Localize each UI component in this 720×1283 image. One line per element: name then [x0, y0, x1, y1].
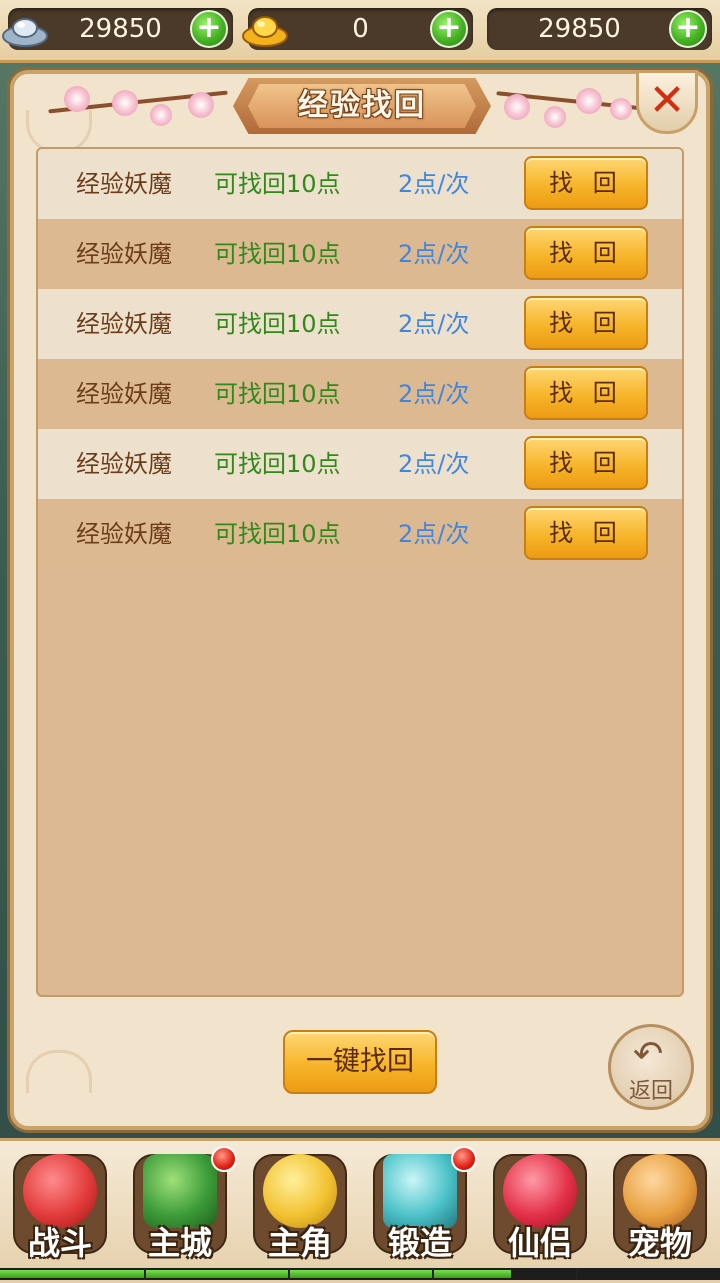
bar-divider — [432, 1268, 434, 1280]
nav-label: 宠物 — [627, 1224, 692, 1262]
add-silver-button[interactable]: + — [190, 10, 228, 48]
retrieve-button[interactable]: 找 回 — [524, 226, 648, 280]
nav-hero[interactable]: 主角 — [245, 1146, 355, 1266]
dialog-title: 经验找回 — [298, 88, 426, 123]
retrievable-amount: 可找回10点 — [214, 170, 341, 198]
hammer-icon — [383, 1154, 457, 1228]
retrieve-button[interactable]: 找 回 — [524, 506, 648, 560]
blossom-icon — [188, 92, 214, 118]
bar-divider — [288, 1268, 290, 1280]
cost-per-time: 2点/次 — [398, 380, 470, 408]
cost-per-time: 2点/次 — [398, 520, 470, 548]
gold-currency: 0 + — [242, 8, 473, 50]
third-amount: 29850 — [538, 14, 621, 44]
nav-main-city[interactable]: 主城 — [125, 1146, 237, 1266]
notification-badge — [451, 1146, 477, 1172]
blossom-icon — [112, 90, 138, 116]
gold-ingot-icon — [242, 16, 288, 47]
blossom-icon — [610, 98, 632, 120]
activity-name: 经验妖魔 — [76, 450, 172, 478]
retrieve-all-button[interactable]: 一键找回 — [283, 1030, 437, 1094]
retrieve-button[interactable]: 找 回 — [524, 296, 648, 350]
retrievable-amount: 可找回10点 — [214, 520, 341, 548]
close-icon: ✕ — [648, 75, 686, 126]
retrieve-button[interactable]: 找 回 — [524, 436, 648, 490]
nav-forge[interactable]: 锻造 — [365, 1146, 477, 1266]
experience-fill — [0, 1270, 512, 1278]
cost-per-time: 2点/次 — [398, 170, 470, 198]
nav-pet[interactable]: 宠物 — [605, 1146, 715, 1266]
silver-amount: 29850 — [79, 14, 162, 44]
retrievable-amount: 可找回10点 — [214, 450, 341, 478]
nav-label: 主角 — [267, 1224, 332, 1262]
experience-bar — [0, 1268, 720, 1280]
retrieve-button[interactable]: 找 回 — [524, 156, 648, 210]
list-item: 经验妖魔 可找回10点 2点/次 找 回 — [38, 499, 682, 569]
blossom-icon — [64, 86, 90, 112]
monkey-pet-icon — [623, 1154, 697, 1228]
gold-amount: 0 — [352, 14, 369, 44]
add-third-currency-button[interactable]: + — [669, 10, 707, 48]
city-gate-icon — [143, 1154, 217, 1228]
silver-ingot-icon — [2, 18, 48, 47]
nav-label: 主城 — [147, 1224, 212, 1262]
bar-divider — [144, 1268, 146, 1280]
add-gold-button[interactable]: + — [430, 10, 468, 48]
blossom-icon — [544, 106, 566, 128]
blossom-icon — [504, 94, 530, 120]
retrievable-amount: 可找回10点 — [214, 240, 341, 268]
cost-per-time: 2点/次 — [398, 240, 470, 268]
back-label: 返回 — [628, 1079, 673, 1104]
back-button[interactable]: ↶ 返回 — [608, 1024, 694, 1110]
list-item: 经验妖魔 可找回10点 2点/次 找 回 — [38, 359, 682, 429]
activity-name: 经验妖魔 — [76, 240, 172, 268]
retrieve-button[interactable]: 找 回 — [524, 366, 648, 420]
blossom-icon — [576, 88, 602, 114]
nav-companion[interactable]: 仙侣 — [485, 1146, 595, 1266]
yellow-hero-icon — [263, 1154, 337, 1228]
list-item: 经验妖魔 可找回10点 2点/次 找 回 — [38, 149, 682, 219]
close-button[interactable]: ✕ — [636, 70, 698, 134]
cost-per-time: 2点/次 — [398, 310, 470, 338]
retrievable-amount: 可找回10点 — [214, 380, 341, 408]
activity-name: 经验妖魔 — [76, 170, 172, 198]
list-item: 经验妖魔 可找回10点 2点/次 找 回 — [38, 219, 682, 289]
nav-label: 战斗 — [27, 1224, 92, 1262]
nav-label: 仙侣 — [507, 1224, 572, 1262]
heart-flower-icon — [503, 1154, 577, 1228]
nav-label: 锻造 — [387, 1224, 452, 1262]
cost-per-time: 2点/次 — [398, 450, 470, 478]
red-ninja-icon — [23, 1154, 97, 1228]
nav-battle[interactable]: 战斗 — [5, 1146, 115, 1266]
list-item: 经验妖魔 可找回10点 2点/次 找 回 — [38, 429, 682, 499]
bar-divider — [576, 1268, 578, 1280]
activity-name: 经验妖魔 — [76, 380, 172, 408]
list-item: 经验妖魔 可找回10点 2点/次 找 回 — [38, 289, 682, 359]
retrieve-list: 经验妖魔 可找回10点 2点/次 找 回 经验妖魔 可找回10点 2点/次 找 … — [36, 147, 684, 997]
notification-badge — [211, 1146, 237, 1172]
activity-name: 经验妖魔 — [76, 310, 172, 338]
back-arrow-icon: ↶ — [633, 1034, 664, 1075]
retrievable-amount: 可找回10点 — [214, 310, 341, 338]
blossom-icon — [150, 104, 172, 126]
silver-currency: 29850 + — [2, 8, 233, 50]
third-currency: 29850 + — [487, 8, 712, 50]
activity-name: 经验妖魔 — [76, 520, 172, 548]
